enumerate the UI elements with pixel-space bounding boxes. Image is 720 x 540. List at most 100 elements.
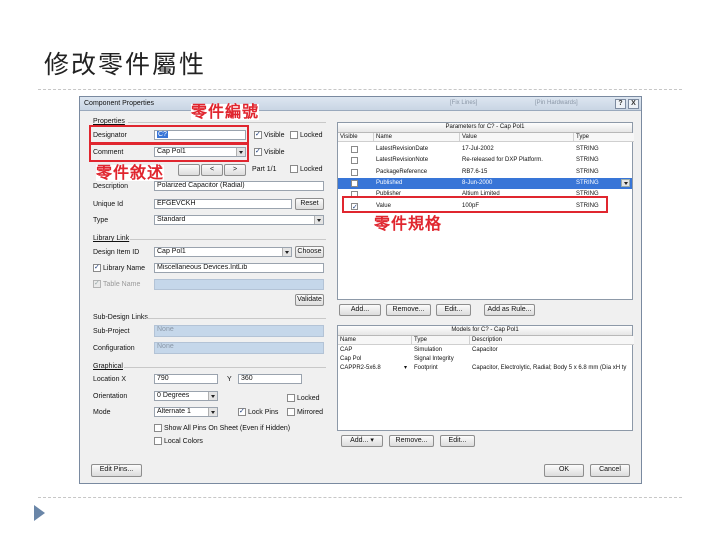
row-visible-checkbox[interactable] [351, 146, 358, 153]
row-description: Capacitor, Electrolytic, Radial; Body 5 … [472, 365, 627, 371]
design-item-combo[interactable]: Cap Pol1 [154, 247, 292, 257]
orientation-value: 0 Degrees [157, 392, 190, 399]
library-name-input[interactable]: Miscellaneous Devices.IntLib [154, 263, 324, 273]
mode-value: Alternate 1 [157, 408, 191, 415]
table-row[interactable]: CAP Simulation Capacitor [338, 346, 632, 355]
parameters-header: Parameters for C? - Cap Pol1 [338, 123, 632, 133]
row-value: 17-Jul-2002 [462, 146, 494, 152]
comment-visible-checkbox[interactable] [254, 147, 262, 156]
library-link-section-label: Library Link [93, 235, 130, 242]
part-locked-checkbox[interactable] [290, 165, 298, 173]
row-value: Re-released for DXP Platform. [462, 157, 543, 164]
table-row[interactable]: CAPPR2-5x6.8 Footprint Capacitor, Electrol… [338, 364, 632, 373]
orientation-combo[interactable]: 0 Degrees [154, 391, 218, 401]
row-type: STRING [576, 157, 599, 164]
column-header-type[interactable]: Type [412, 336, 470, 345]
row-name: LatestRevisionDate [376, 146, 429, 152]
sub-project-input: None [154, 325, 324, 337]
column-header-visible[interactable]: Visible [338, 133, 374, 142]
edit-model-button[interactable]: Edit... [440, 435, 475, 447]
group-line [128, 122, 326, 123]
edit-pins-button[interactable]: Edit Pins... [91, 464, 142, 477]
remove-model-button[interactable]: Remove... [389, 435, 434, 447]
row-name: CAPPR2-5x6.8 [340, 365, 381, 371]
add-as-rule-button[interactable]: Add as Rule... [484, 304, 535, 316]
graphical-section-label: Graphical [93, 363, 123, 370]
edit-parameter-button[interactable]: Edit... [436, 304, 471, 316]
ok-button[interactable]: OK [544, 464, 584, 477]
mirrored-label: Mirrored [297, 409, 324, 416]
validate-button[interactable]: Validate [295, 294, 324, 306]
column-header-value[interactable]: Value [460, 133, 574, 142]
chevron-down-icon[interactable] [208, 392, 217, 400]
configuration-input: None [154, 342, 324, 354]
add-parameter-button[interactable]: Add... [339, 304, 381, 316]
location-y-label: Y [227, 376, 232, 383]
reset-button[interactable]: Reset [295, 198, 324, 210]
chevron-down-icon[interactable] [621, 178, 630, 187]
table-row[interactable]: LatestRevisionNote Re-released for DXP Pl… [338, 155, 632, 166]
row-value: 8-Jun-2000 [462, 179, 493, 186]
part-previous-button[interactable]: < [201, 164, 223, 176]
chevron-down-icon[interactable]: ▾ [404, 365, 407, 372]
column-header-name[interactable]: Name [374, 133, 460, 142]
library-name-checkbox[interactable] [93, 263, 101, 272]
visible-label: Visible [264, 132, 285, 139]
lock-pins-checkbox[interactable] [238, 407, 246, 416]
value-highlight-box [342, 196, 608, 213]
row-type: STRING [576, 146, 599, 152]
add-model-label: Add... [350, 437, 369, 444]
row-name: LatestRevisionNote [376, 157, 429, 164]
local-colors-checkbox[interactable] [154, 437, 162, 445]
dialog-titlebar: Component Properties [Fix Lines] [Pin Ha… [80, 97, 641, 111]
chevron-down-icon[interactable] [314, 216, 323, 224]
group-line [130, 239, 326, 240]
table-name-label: Table Name [103, 281, 141, 288]
type-combo[interactable]: Standard [154, 215, 324, 225]
row-visible-checkbox[interactable] [351, 168, 358, 176]
chevron-down-icon[interactable] [282, 248, 291, 256]
table-name-input [154, 279, 324, 290]
choose-button[interactable]: Choose [295, 246, 324, 258]
description-input[interactable]: Polarized Capacitor (Radial) [154, 181, 324, 191]
column-header-description[interactable]: Description [470, 336, 634, 345]
table-row[interactable]: PackageReference RB7.6-15 STRING [338, 167, 632, 178]
mirrored-checkbox[interactable] [287, 408, 295, 416]
dialog-title: Component Properties [84, 100, 155, 107]
show-all-pins-label: Show All Pins On Sheet (Even if Hidden) [164, 425, 291, 432]
row-visible-checkbox[interactable] [351, 179, 358, 187]
part-first-button[interactable] [178, 164, 200, 176]
slide-title: 修改零件屬性 [44, 50, 207, 79]
location-x-label: Location X [93, 376, 127, 383]
designator-visible-checkbox[interactable] [254, 130, 262, 139]
row-visible-checkbox[interactable] [351, 157, 358, 165]
table-name-checkbox [93, 279, 101, 288]
models-header: Models for C? - Cap Pol1 [338, 326, 632, 336]
show-all-pins-checkbox[interactable] [154, 424, 162, 432]
mode-combo[interactable]: Alternate 1 [154, 407, 218, 417]
close-button[interactable]: X [628, 99, 639, 109]
column-header-name[interactable]: Name [338, 336, 412, 345]
unique-id-input[interactable]: EFGEVCKH [154, 199, 292, 209]
designator-locked-checkbox[interactable] [290, 131, 298, 139]
location-x-input[interactable]: 790 [154, 374, 218, 384]
chevron-down-icon[interactable] [208, 408, 217, 416]
remove-parameter-button[interactable]: Remove... [386, 304, 431, 316]
table-row[interactable]: Cap Pol Signal Integrity [338, 355, 632, 364]
add-model-button[interactable]: Add... ▾ [341, 435, 383, 447]
part-next-button[interactable]: > [224, 164, 246, 176]
table-row[interactable]: LatestRevisionDate 17-Jul-2002 STRING [338, 144, 632, 155]
description-label: Description [93, 183, 129, 190]
local-colors-label: Local Colors [164, 438, 203, 445]
cancel-button[interactable]: Cancel [590, 464, 630, 477]
value-annotation: 零件規格 [374, 214, 443, 233]
location-y-input[interactable]: 360 [238, 374, 302, 384]
help-button[interactable]: ? [615, 99, 626, 109]
column-header-type[interactable]: Type [574, 133, 634, 142]
orientation-label: Orientation [93, 393, 128, 400]
locked-label: Locked [300, 166, 323, 173]
table-row[interactable]: Published 8-Jun-2000 STRING [338, 177, 632, 189]
library-name-label: Library Name [103, 265, 146, 272]
graphical-locked-checkbox[interactable] [287, 394, 295, 402]
type-label: Type [93, 217, 109, 224]
